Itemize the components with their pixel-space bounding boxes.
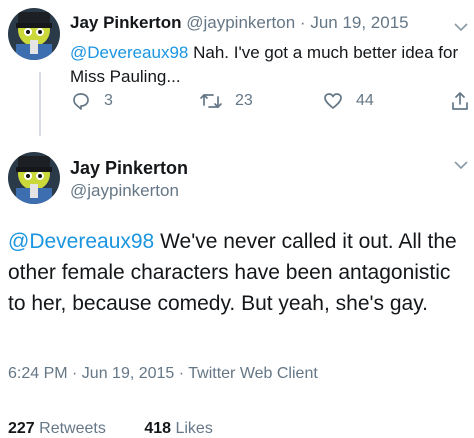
thread-connector-line (39, 72, 41, 136)
main-avatar[interactable] (8, 152, 60, 204)
avatar-image (8, 152, 60, 204)
tweet-timestamp[interactable]: 6:24 PM · Jun 19, 2015 · Twitter Web Cli… (8, 365, 318, 383)
main-tweet-text: @Devereaux98 We've never called it out. … (8, 226, 470, 319)
chevron-down-icon[interactable] (454, 160, 468, 170)
author-name[interactable]: Jay Pinkerton (70, 13, 182, 32)
retweets-count[interactable]: 227 (8, 420, 35, 437)
reply-icon (73, 93, 89, 110)
tweet-date[interactable]: Jun 19, 2015 (310, 13, 408, 32)
mention-link[interactable]: @Devereaux98 (70, 43, 188, 62)
reply-tweet-header: Jay Pinkerton @jaypinkerton · Jun 19, 20… (70, 13, 409, 33)
share-icon (452, 92, 468, 110)
main-author-handle[interactable]: @jaypinkerton (70, 181, 179, 201)
author-handle[interactable]: @jaypinkerton (186, 13, 295, 32)
main-author-name[interactable]: Jay Pinkerton (70, 158, 188, 179)
heart-icon (324, 93, 342, 109)
like-count: 44 (356, 92, 374, 109)
separator-dot: · (299, 13, 306, 32)
likes-count[interactable]: 418 (144, 420, 171, 437)
reply-button[interactable]: 3 (70, 90, 113, 112)
like-button[interactable]: 44 (322, 90, 374, 112)
retweet-button[interactable]: 23 (199, 90, 253, 112)
reply-tweet-text: @Devereaux98 Nah. I've got a much better… (70, 41, 460, 89)
likes-label[interactable]: Likes (175, 420, 212, 437)
retweet-icon (200, 94, 222, 108)
mention-link[interactable]: @Devereaux98 (8, 230, 154, 253)
retweet-count: 23 (235, 92, 253, 109)
avatar[interactable] (8, 8, 60, 60)
share-button[interactable] (450, 90, 474, 112)
retweets-label[interactable]: Retweets (39, 420, 106, 437)
reply-count: 3 (104, 92, 113, 109)
avatar-image (8, 8, 60, 60)
tweet-stats: 227 Retweets 418 Likes (8, 420, 247, 438)
chevron-down-icon[interactable] (454, 22, 468, 32)
